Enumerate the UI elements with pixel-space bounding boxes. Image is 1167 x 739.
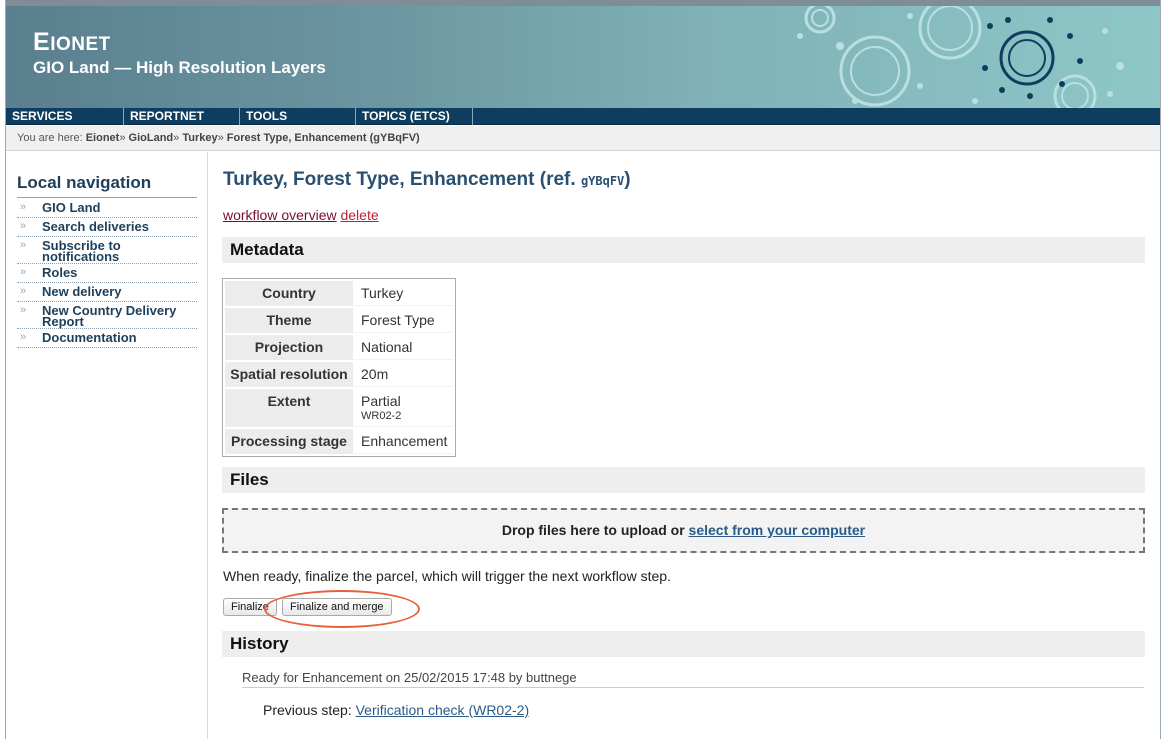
extent-value: Partial bbox=[361, 393, 401, 409]
envelope-actions: workflow overview delete bbox=[223, 207, 379, 223]
extent-sub-value: WR02-2 bbox=[361, 410, 402, 422]
reference-code: gYBqFV bbox=[580, 174, 625, 188]
sidebar-item-new-country-report[interactable]: » New Country Delivery Report bbox=[17, 302, 197, 329]
breadcrumb-prefix: You are here: bbox=[17, 132, 83, 144]
nav-topics[interactable]: TOPICS (ETCS) bbox=[356, 108, 473, 125]
breadcrumb-gioland[interactable]: GioLand bbox=[129, 132, 174, 144]
site-logo[interactable]: EIONET bbox=[33, 28, 111, 57]
files-heading: Files bbox=[222, 467, 1145, 493]
sidebar-item-search-deliveries[interactable]: » Search deliveries bbox=[17, 218, 197, 237]
metadata-row: Projection National bbox=[225, 335, 453, 360]
previous-step-link[interactable]: Verification check (WR02-2) bbox=[356, 702, 530, 718]
page-frame-right bbox=[1160, 0, 1161, 739]
file-dropzone[interactable]: Drop files here to upload or select from… bbox=[222, 508, 1145, 553]
local-navigation-list: » GIO Land » Search deliveries » Subscribe … bbox=[17, 199, 197, 348]
header-banner: EIONET GIO Land — High Resolution Layers bbox=[6, 0, 1160, 108]
history-heading: History bbox=[222, 631, 1145, 657]
metadata-row: Spatial resolution 20m bbox=[225, 362, 453, 387]
metadata-row: Processing stage Enhancement bbox=[225, 429, 453, 454]
metadata-table: Country Turkey Theme Forest Type Project… bbox=[222, 278, 456, 457]
metadata-row: Extent Partial WR02-2 bbox=[225, 389, 453, 427]
breadcrumb-turkey[interactable]: Turkey bbox=[182, 132, 217, 144]
local-navigation-title: Local navigation bbox=[17, 173, 197, 198]
sidebar-item-new-delivery[interactable]: » New delivery bbox=[17, 283, 197, 302]
previous-step: Previous step: Verification check (WR02-… bbox=[263, 702, 530, 718]
decorative-circles-graphic bbox=[797, 6, 1124, 108]
nav-reportnet[interactable]: REPORTNET bbox=[124, 108, 240, 125]
finalize-instructions: When ready, finalize the parcel, which w… bbox=[223, 568, 671, 584]
sidebar-item-documentation[interactable]: » Documentation bbox=[17, 329, 197, 348]
sidebar-item-gio-land[interactable]: » GIO Land bbox=[17, 199, 197, 218]
site-subtitle: GIO Land — High Resolution Layers bbox=[33, 58, 326, 77]
sidebar-divider bbox=[207, 152, 208, 739]
breadcrumb-sep: » bbox=[119, 132, 126, 144]
highlight-circle-annotation bbox=[264, 590, 420, 628]
history-entry: Ready for Enhancement on 25/02/2015 17:4… bbox=[242, 670, 1144, 688]
delete-link[interactable]: delete bbox=[340, 207, 378, 223]
breadcrumb: You are here: Eionet» GioLand» Turkey» F… bbox=[6, 126, 1160, 151]
breadcrumb-current: Forest Type, Enhancement (gYBqFV) bbox=[226, 132, 420, 144]
metadata-row: Theme Forest Type bbox=[225, 308, 453, 333]
page-title: Turkey, Forest Type, Enhancement (ref. g… bbox=[223, 169, 631, 190]
top-navigation-bar: SERVICES REPORTNET TOOLS TOPICS (ETCS) bbox=[6, 108, 1160, 125]
sidebar-item-subscribe[interactable]: » Subscribe to notifications bbox=[17, 237, 197, 264]
sidebar-item-roles[interactable]: » Roles bbox=[17, 264, 197, 283]
breadcrumb-eionet[interactable]: Eionet bbox=[86, 132, 120, 144]
workflow-overview-link[interactable]: workflow overview bbox=[223, 207, 337, 223]
nav-tools[interactable]: TOOLS bbox=[240, 108, 356, 125]
select-files-link[interactable]: select from your computer bbox=[689, 522, 866, 538]
nav-services[interactable]: SERVICES bbox=[6, 108, 124, 125]
metadata-heading: Metadata bbox=[222, 237, 1145, 263]
metadata-row: Country Turkey bbox=[225, 281, 453, 306]
breadcrumb-sep: » bbox=[173, 132, 180, 144]
breadcrumb-sep: » bbox=[217, 132, 224, 144]
